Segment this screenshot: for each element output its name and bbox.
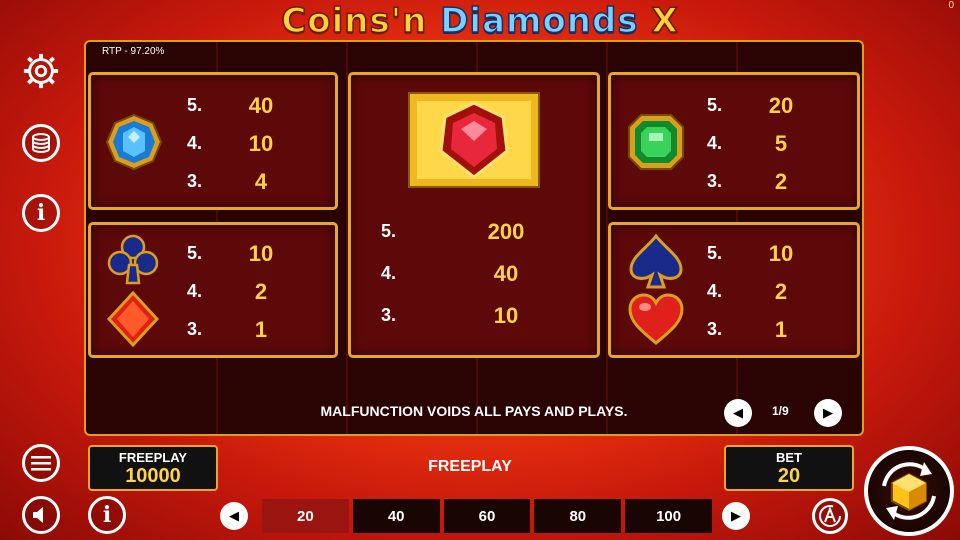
- bet-option-80[interactable]: 80: [534, 499, 622, 533]
- bet-option-40[interactable]: 40: [352, 499, 440, 533]
- mode-label: FREEPLAY: [428, 458, 512, 475]
- paytable-blue-gem: 5. 40 4. 10 3. 4: [88, 72, 338, 210]
- arrow-left-icon: ◀: [733, 405, 743, 420]
- diamond-suit-icon: [107, 291, 159, 347]
- bet-box: BET 20: [724, 445, 854, 491]
- bet-increase-button[interactable]: ▶: [722, 502, 750, 530]
- game-info-button[interactable]: i: [88, 496, 126, 534]
- spade-icon: [629, 233, 683, 289]
- gear-icon: [23, 53, 59, 89]
- paytable-club-diamond: 5. 10 4. 2 3. 1: [88, 222, 338, 358]
- coins-button[interactable]: [22, 124, 60, 162]
- autoplay-button[interactable]: [812, 498, 848, 534]
- blue-gem-icon: [105, 113, 163, 171]
- info-icon: i: [36, 200, 46, 226]
- bet-option-100[interactable]: 100: [625, 499, 712, 533]
- next-page-button[interactable]: ▶: [814, 399, 842, 427]
- menu-button[interactable]: [22, 444, 60, 482]
- bet-decrease-button[interactable]: ◀: [220, 502, 248, 530]
- arrow-right-icon: ▶: [823, 405, 833, 420]
- page-indicator: 1/9: [772, 404, 789, 418]
- spin-button[interactable]: [864, 446, 954, 536]
- settings-button[interactable]: [22, 52, 60, 90]
- coin-stack-icon: [32, 133, 50, 153]
- balance-box: FREEPLAY 10000: [88, 445, 218, 491]
- speaker-icon: [33, 507, 43, 523]
- game-title: Coins'n Diamonds X: [281, 0, 679, 42]
- menu-icon: [31, 456, 51, 471]
- info-icon: i: [102, 502, 112, 528]
- rtp-label: RTP - 97.20%: [102, 46, 165, 57]
- paytable-green-emerald: 5. 20 4. 5 3. 2: [608, 72, 860, 210]
- red-gem-gold-frame-icon: [408, 92, 540, 188]
- arrow-left-icon: ◀: [229, 508, 239, 523]
- spin-cube-icon: [882, 462, 936, 520]
- info-button[interactable]: i: [22, 194, 60, 232]
- club-icon: [107, 234, 159, 285]
- bet-option-20[interactable]: 20: [262, 499, 349, 533]
- bet-selector: 20 40 60 80 100: [262, 499, 712, 533]
- prev-page-button[interactable]: ◀: [724, 399, 752, 427]
- corner-counter: 0: [948, 0, 954, 11]
- autoplay-icon: [819, 505, 841, 527]
- arrow-right-icon: ▶: [731, 508, 741, 523]
- paytable-spade-heart: 5. 10 4. 2 3. 1: [608, 222, 860, 358]
- sound-button[interactable]: [22, 496, 60, 534]
- heart-icon: [628, 293, 684, 345]
- paytable-red-gem: 5. 200 4. 40 3. 10: [348, 72, 600, 358]
- green-emerald-icon: [628, 114, 684, 170]
- bet-option-60[interactable]: 60: [443, 499, 531, 533]
